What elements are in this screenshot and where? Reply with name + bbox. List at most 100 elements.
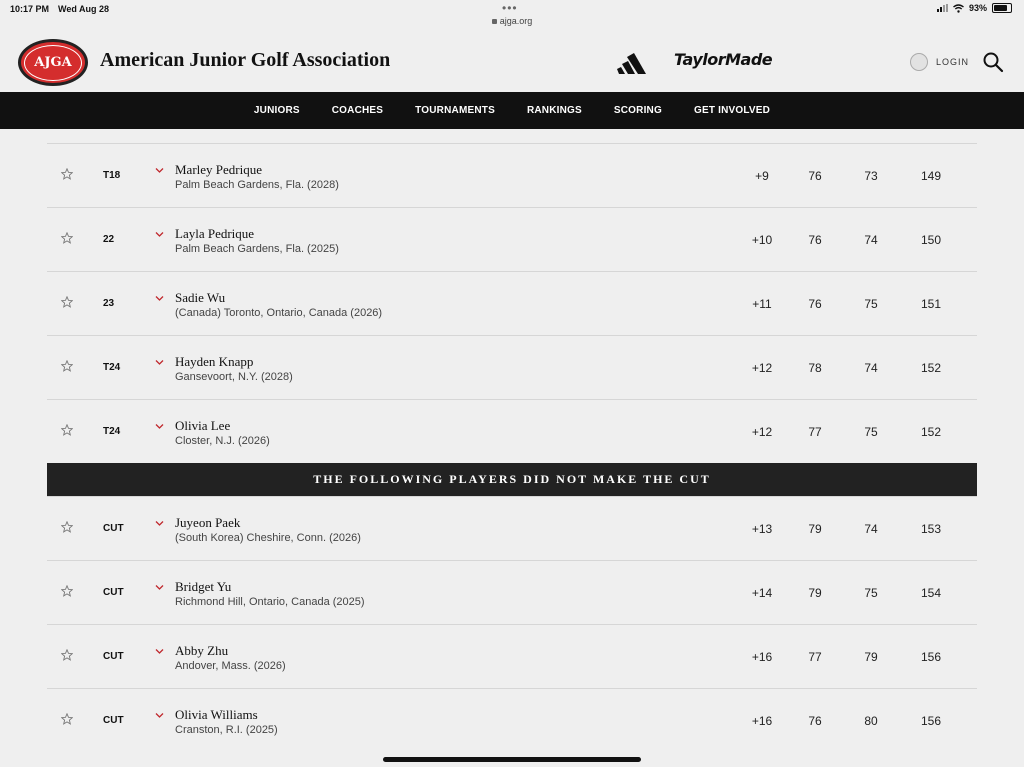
round-1-score: 79: [808, 586, 822, 600]
player-location: Palm Beach Gardens, Fla. (2028): [175, 179, 339, 191]
player-name[interactable]: Olivia Williams: [175, 707, 258, 723]
address-bar[interactable]: ajga.org: [0, 16, 1024, 26]
score-to-par: +10: [751, 233, 773, 247]
table-row[interactable]: 22 Layla Pedrique Palm Beach Gardens, Fl…: [47, 207, 977, 271]
site-title[interactable]: American Junior Golf Association: [100, 49, 390, 72]
status-time: 10:17 PM: [10, 4, 50, 14]
score-to-par: +11: [752, 297, 772, 311]
score-to-par: +14: [751, 586, 773, 600]
url-text: ajga.org: [499, 16, 533, 26]
adidas-logo-icon[interactable]: [617, 52, 653, 74]
chevron-down-icon[interactable]: [155, 231, 164, 238]
total-score: 152: [920, 361, 942, 375]
favorite-star-icon[interactable]: [61, 296, 73, 308]
chevron-down-icon[interactable]: [155, 295, 164, 302]
round-2-score: 74: [864, 233, 878, 247]
chevron-down-icon[interactable]: [155, 520, 164, 527]
player-name[interactable]: Abby Zhu: [175, 643, 228, 659]
favorite-star-icon[interactable]: [61, 585, 73, 597]
login-link[interactable]: LOGIN: [936, 57, 969, 67]
signal-icon: [936, 4, 948, 12]
round-2-score: 75: [864, 586, 878, 600]
favorite-star-icon[interactable]: [61, 424, 73, 436]
round-1-score: 77: [808, 650, 822, 664]
table-row[interactable]: CUT Juyeon Paek (South Korea) Cheshire, …: [47, 496, 977, 560]
score-to-par: +13: [751, 522, 773, 536]
chevron-down-icon[interactable]: [155, 167, 164, 174]
search-icon[interactable]: [982, 51, 1004, 73]
player-name[interactable]: Juyeon Paek: [175, 515, 240, 531]
player-name[interactable]: Olivia Lee: [175, 418, 230, 434]
favorite-star-icon[interactable]: [61, 168, 73, 180]
chevron-down-icon[interactable]: [155, 712, 164, 719]
player-position: T24: [103, 362, 121, 373]
round-1-score: 77: [808, 425, 822, 439]
favorite-star-icon[interactable]: [61, 360, 73, 372]
nav-coaches[interactable]: COACHES: [332, 105, 383, 116]
player-position: T18: [103, 170, 121, 181]
round-1-score: 76: [808, 714, 822, 728]
chevron-down-icon[interactable]: [155, 423, 164, 430]
player-location: Palm Beach Gardens, Fla. (2025): [175, 243, 339, 255]
taylormade-logo[interactable]: TaylorMade: [674, 50, 773, 69]
table-row[interactable]: CUT Olivia Williams Cranston, R.I. (2025…: [47, 688, 977, 752]
favorite-star-icon[interactable]: [61, 649, 73, 661]
chevron-down-icon[interactable]: [155, 359, 164, 366]
chevron-down-icon[interactable]: [155, 648, 164, 655]
score-to-par: +16: [751, 714, 773, 728]
leaderboard-table: T18 Marley Pedrique Palm Beach Gardens, …: [47, 143, 977, 752]
player-position: CUT: [103, 715, 124, 726]
table-row[interactable]: 23 Sadie Wu (Canada) Toronto, Ontario, C…: [47, 271, 977, 335]
score-to-par: +9: [755, 169, 769, 183]
multitask-dots-icon[interactable]: •••: [502, 1, 518, 15]
round-2-score: 79: [864, 650, 878, 664]
table-row[interactable]: T24 Hayden Knapp Gansevoort, N.Y. (2028)…: [47, 335, 977, 399]
table-row[interactable]: T24 Olivia Lee Closter, N.J. (2026) +12 …: [47, 399, 977, 463]
round-1-score: 76: [808, 233, 822, 247]
home-indicator[interactable]: [383, 757, 641, 762]
round-1-score: 76: [808, 169, 822, 183]
table-row[interactable]: CUT Bridget Yu Richmond Hill, Ontario, C…: [47, 560, 977, 624]
lock-icon: [491, 19, 497, 24]
round-2-score: 75: [864, 425, 878, 439]
table-row[interactable]: T18 Marley Pedrique Palm Beach Gardens, …: [47, 143, 977, 207]
status-date: Wed Aug 28: [58, 4, 110, 14]
nav-rankings[interactable]: RANKINGS: [527, 105, 582, 116]
total-score: 151: [920, 297, 942, 311]
status-right: 93%: [936, 3, 1012, 13]
round-2-score: 80: [864, 714, 878, 728]
player-position: 23: [103, 298, 115, 309]
player-position: CUT: [103, 651, 124, 662]
nav-get-involved[interactable]: GET INVOLVED: [694, 105, 770, 116]
player-location: Closter, N.J. (2026): [175, 435, 270, 447]
player-name[interactable]: Layla Pedrique: [175, 226, 254, 242]
player-name[interactable]: Hayden Knapp: [175, 354, 253, 370]
player-name[interactable]: Bridget Yu: [175, 579, 231, 595]
battery-percent: 93%: [968, 3, 987, 13]
player-name[interactable]: Sadie Wu: [175, 290, 225, 306]
player-position: CUT: [103, 523, 124, 534]
favorite-star-icon[interactable]: [61, 521, 73, 533]
nav-scoring[interactable]: SCORING: [614, 105, 662, 116]
player-location: (South Korea) Cheshire, Conn. (2026): [175, 532, 361, 544]
missed-cut-rows: CUT Juyeon Paek (South Korea) Cheshire, …: [47, 496, 977, 752]
total-score: 152: [920, 425, 942, 439]
user-avatar-icon[interactable]: [910, 53, 928, 71]
favorite-star-icon[interactable]: [61, 232, 73, 244]
ajga-logo[interactable]: AJGA: [18, 39, 88, 86]
round-2-score: 75: [864, 297, 878, 311]
logo-text: AJGA: [24, 44, 82, 81]
nav-juniors[interactable]: JUNIORS: [254, 105, 300, 116]
player-name[interactable]: Marley Pedrique: [175, 162, 262, 178]
table-row[interactable]: CUT Abby Zhu Andover, Mass. (2026) +16 7…: [47, 624, 977, 688]
total-score: 153: [920, 522, 942, 536]
round-1-score: 78: [808, 361, 822, 375]
round-1-score: 79: [808, 522, 822, 536]
site-header: AJGA American Junior Golf Association Ta…: [0, 34, 1024, 92]
player-location: Richmond Hill, Ontario, Canada (2025): [175, 596, 365, 608]
round-2-score: 74: [864, 522, 878, 536]
chevron-down-icon[interactable]: [155, 584, 164, 591]
favorite-star-icon[interactable]: [61, 713, 73, 725]
player-position: 22: [103, 234, 115, 245]
nav-tournaments[interactable]: TOURNAMENTS: [415, 105, 495, 116]
